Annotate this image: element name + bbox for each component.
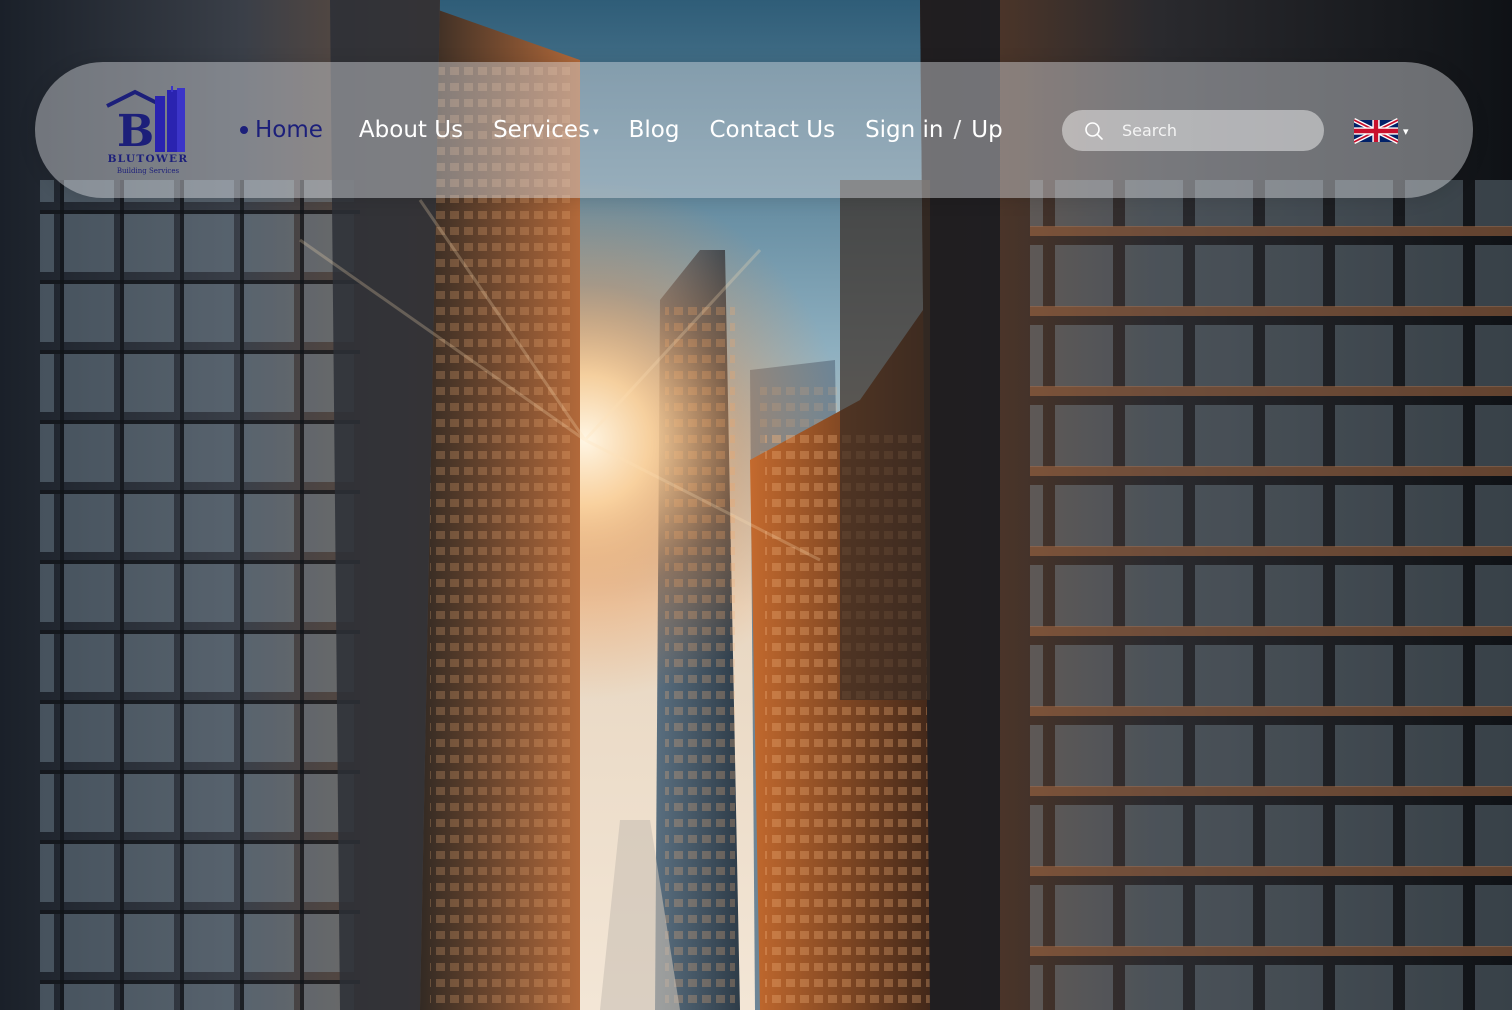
nav-item-services-label: Services (493, 117, 591, 143)
building-b-logo-icon: B BLUTOWER Building Services (106, 86, 189, 175)
nav-item-blog-label: Blog (628, 117, 680, 143)
nav-item-blog[interactable]: Blog (629, 117, 680, 143)
search-input[interactable] (1120, 120, 1314, 141)
search-icon[interactable] (1084, 121, 1104, 141)
nav-auth: Sign in / Up (865, 117, 1003, 143)
nav-item-services[interactable]: Services ▾ (493, 117, 599, 143)
active-dot-icon (240, 126, 248, 134)
navbar: B BLUTOWER Building Services Home About … (35, 62, 1473, 198)
auth-separator: / (953, 117, 962, 143)
nav-item-contact-us-label: Contact Us (709, 117, 836, 143)
navbar-inner: B BLUTOWER Building Services Home About … (35, 62, 1473, 198)
search-box (1062, 110, 1324, 151)
caret-down-icon: ▾ (593, 124, 599, 138)
brand-tagline: Building Services (117, 167, 180, 175)
uk-flag-icon (1354, 118, 1398, 144)
nav-links: Home About Us Services ▾ Blog Contact Us… (240, 62, 1003, 198)
svg-text:B: B (117, 106, 154, 157)
nav-item-home-label: Home (255, 117, 323, 143)
nav-item-about-us-label: About Us (358, 117, 464, 143)
language-selector[interactable]: ▾ (1354, 118, 1409, 144)
sign-up-link[interactable]: Up (971, 117, 1002, 143)
nav-item-home[interactable]: Home (240, 117, 323, 143)
brand-name: BLUTOWER (108, 153, 189, 165)
logo[interactable]: B BLUTOWER Building Services (105, 86, 191, 176)
nav-item-contact-us[interactable]: Contact Us (709, 117, 835, 143)
sign-in-link[interactable]: Sign in (865, 117, 943, 143)
caret-down-icon: ▾ (1403, 125, 1409, 138)
page: B BLUTOWER Building Services Home About … (0, 0, 1512, 1010)
nav-item-about-us[interactable]: About Us (359, 117, 463, 143)
